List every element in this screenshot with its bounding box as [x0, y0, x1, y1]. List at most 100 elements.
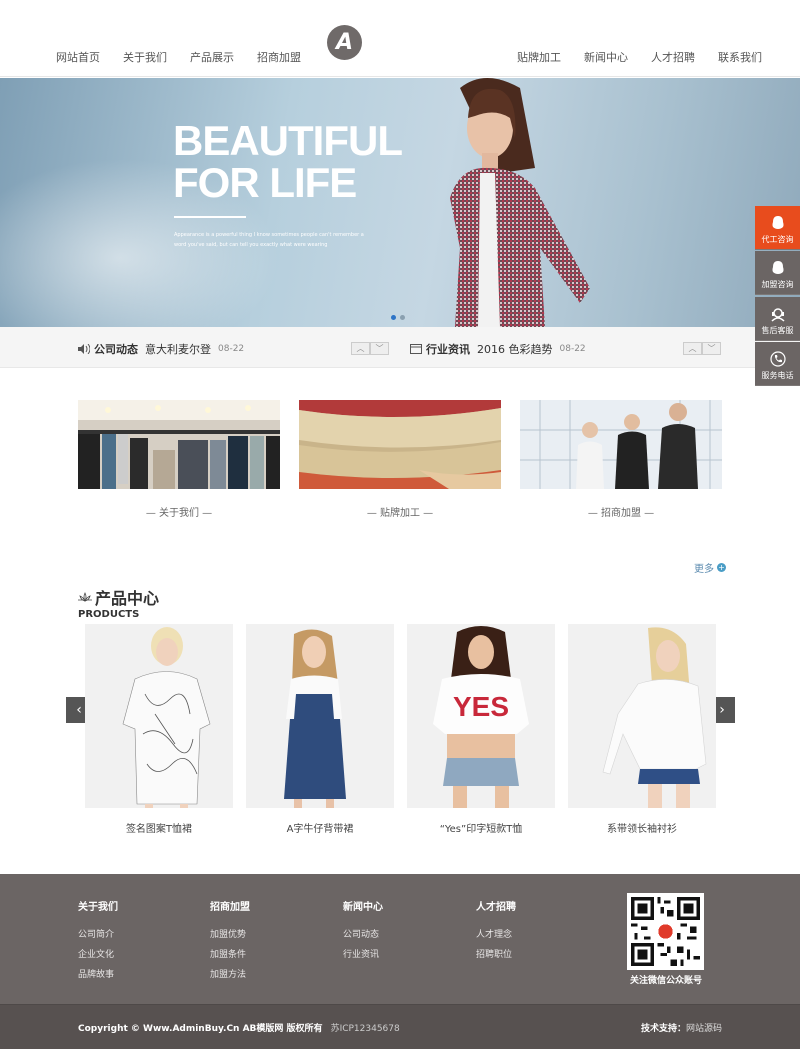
- footer-link[interactable]: 企业文化: [78, 947, 118, 960]
- site-header: 网站首页 关于我们 产品展示 招商加盟 A 贴牌加工 新闻中心 人才招聘 联系我…: [0, 0, 800, 77]
- products-title: 产品中心: [95, 589, 160, 608]
- intro-card-oem-caption: — 贴牌加工 —: [366, 508, 434, 519]
- news-industry: 行业资讯 2016 色彩趋势 08-22: [410, 341, 586, 357]
- intro-card-about-caption: — 关于我们 —: [145, 508, 213, 519]
- news-industry-next-button[interactable]: ﹀: [702, 342, 721, 355]
- support-label: 技术支持：: [640, 1024, 686, 1034]
- product-image: [85, 624, 233, 808]
- phone-icon: [769, 351, 786, 367]
- intro-card-about[interactable]: — 关于我们 —: [78, 400, 280, 519]
- yes-print: YES: [453, 691, 509, 722]
- footer-link[interactable]: 加盟方法: [210, 967, 250, 980]
- nav-about[interactable]: 关于我们: [123, 49, 167, 65]
- footer-col-title: 关于我们: [78, 902, 118, 913]
- document-icon: [410, 344, 422, 354]
- footer-col-franchise: 招商加盟 加盟优势 加盟条件 加盟方法: [210, 898, 250, 987]
- nav-news[interactable]: 新闻中心: [584, 49, 628, 65]
- footer-link[interactable]: 公司简介: [78, 927, 118, 940]
- product-card[interactable]: YES “Yes”印字短款T恤: [407, 624, 555, 835]
- footer-col-jobs: 人才招聘 人才理念 招聘职位: [476, 898, 516, 967]
- intro-card-franchise-caption: — 招商加盟 —: [587, 508, 655, 519]
- footer-col-news: 新闻中心 公司动态 行业资讯: [343, 898, 383, 967]
- banner-divider: [174, 216, 246, 218]
- footer-link[interactable]: 公司动态: [343, 927, 383, 940]
- support-link[interactable]: 网站源码: [686, 1024, 722, 1034]
- banner-dot-1[interactable]: [391, 315, 396, 320]
- product-card[interactable]: A字牛仔背带裙: [246, 624, 394, 835]
- banner-subtitle: Appearance is a powerful thing I know so…: [174, 232, 364, 248]
- news-industry-prev-button[interactable]: ︿: [683, 342, 702, 355]
- news-company-prev-button[interactable]: ︿: [351, 342, 370, 355]
- product-name: “Yes”印字短款T恤: [439, 824, 523, 835]
- footer-link[interactable]: 人才理念: [476, 927, 516, 940]
- news-company-next-button[interactable]: ﹀: [370, 342, 389, 355]
- side-oem-consult-button[interactable]: 代工咨询: [755, 206, 800, 250]
- product-image: [246, 624, 394, 808]
- site-footer: 关于我们 公司简介 企业文化 品牌故事 招商加盟 加盟优势 加盟条件 加盟方法 …: [0, 874, 800, 1004]
- speaker-icon: [78, 344, 90, 354]
- banner-dots: [391, 315, 405, 320]
- side-label: 代工咨询: [761, 235, 794, 244]
- footer-link[interactable]: 品牌故事: [78, 967, 118, 980]
- footer-link[interactable]: 行业资讯: [343, 947, 383, 960]
- banner-dot-2[interactable]: [400, 315, 405, 320]
- product-name: A字牛仔背带裙: [286, 824, 354, 835]
- footer-link[interactable]: 招聘职位: [476, 947, 516, 960]
- hero-banner[interactable]: BEAUTIFUL FOR LIFE Appearance is a power…: [0, 78, 800, 327]
- product-card[interactable]: 签名图案T恤裙: [85, 624, 233, 835]
- site-logo[interactable]: A: [327, 25, 362, 60]
- side-phone-button[interactable]: 服务电话: [755, 342, 800, 386]
- plus-icon: +: [717, 563, 726, 572]
- side-label: 加盟咨询: [761, 280, 794, 289]
- news-bar: 公司动态 意大利麦尔登 08-22 ︿ ﹀ 行业资讯 2016 色彩趋势 08-…: [0, 327, 800, 368]
- nav-right: 贴牌加工 新闻中心 人才招聘 联系我们: [517, 49, 785, 65]
- nav-oem[interactable]: 贴牌加工: [517, 49, 561, 65]
- news-industry-title: 行业资讯: [426, 343, 470, 356]
- tech-support: 技术支持：网站源码: [641, 1021, 722, 1034]
- product-name: 签名图案T恤裙: [125, 824, 193, 835]
- product-card[interactable]: 系带领长袖衬衫: [568, 624, 716, 835]
- footer-link[interactable]: 加盟条件: [210, 947, 250, 960]
- product-image: [568, 624, 716, 808]
- product-name: 系带领长袖衬衫: [607, 824, 677, 835]
- news-company-arrows: ︿ ﹀: [351, 342, 389, 355]
- nav-left: 网站首页 关于我们 产品展示 招商加盟: [56, 49, 324, 65]
- news-company: 公司动态 意大利麦尔登 08-22: [78, 341, 244, 357]
- news-industry-headline[interactable]: 2016 色彩趋势: [477, 341, 553, 357]
- footer-col-title: 人才招聘: [476, 902, 516, 913]
- banner-title: BEAUTIFUL FOR LIFE: [173, 117, 403, 206]
- qq-penguin-icon: [772, 216, 783, 229]
- qq-penguin-icon: [772, 261, 783, 274]
- footer-col-about: 关于我们 公司简介 企业文化 品牌故事: [78, 898, 118, 987]
- copyright-bar: Copyright © Www.AdminBuy.Cn AB模版网 版权所有 苏I…: [0, 1004, 800, 1049]
- business-handshake-image: [520, 400, 722, 489]
- nav-contact[interactable]: 联系我们: [718, 49, 762, 65]
- footer-link[interactable]: 加盟优势: [210, 927, 250, 940]
- intro-card-franchise[interactable]: — 招商加盟 —: [520, 400, 722, 519]
- side-aftersales-button[interactable]: 售后客服: [755, 297, 800, 341]
- news-company-date: 08-22: [218, 344, 245, 354]
- logo-letter: A: [335, 30, 354, 55]
- products-subtitle: PRODUCTS: [78, 609, 140, 620]
- banner-title-line2: FOR LIFE: [173, 159, 357, 206]
- banner-title-line1: BEAUTIFUL: [173, 117, 403, 164]
- nav-jobs[interactable]: 人才招聘: [651, 49, 695, 65]
- banner-model-image: [450, 78, 590, 327]
- nav-products[interactable]: 产品展示: [190, 49, 234, 65]
- nav-home[interactable]: 网站首页: [56, 49, 100, 65]
- footer-col-title: 新闻中心: [343, 902, 383, 913]
- intro-card-oem[interactable]: — 贴牌加工 —: [299, 400, 501, 519]
- side-label: 服务电话: [761, 371, 794, 380]
- icp-number[interactable]: 苏ICP12345678: [331, 1024, 400, 1034]
- fabric-image: [299, 400, 501, 489]
- copyright: Copyright © Www.AdminBuy.Cn AB模版网 版权所有 苏I…: [78, 1021, 400, 1034]
- products-more-link[interactable]: 更多 +: [694, 560, 726, 575]
- side-franchise-consult-button[interactable]: 加盟咨询: [755, 251, 800, 295]
- qr-caption: 关注微信公众账号: [629, 976, 702, 986]
- store-image: [78, 400, 280, 489]
- lotus-icon: [78, 592, 92, 602]
- copyright-text: Copyright © Www.AdminBuy.Cn AB模版网 版权所有: [78, 1024, 323, 1034]
- nav-franchise[interactable]: 招商加盟: [257, 49, 301, 65]
- news-industry-arrows: ︿ ﹀: [683, 342, 721, 355]
- news-company-headline[interactable]: 意大利麦尔登: [145, 341, 211, 357]
